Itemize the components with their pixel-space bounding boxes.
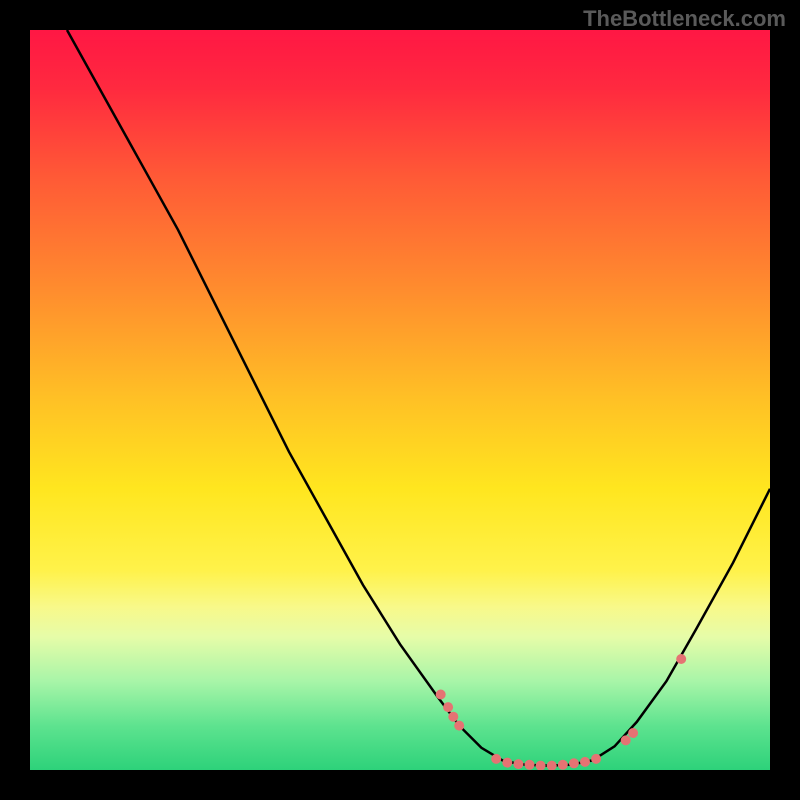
data-point — [628, 728, 638, 738]
data-point — [513, 759, 523, 769]
chart-plot-area — [30, 30, 770, 770]
data-point — [436, 690, 446, 700]
data-point — [525, 760, 535, 770]
data-point — [558, 760, 568, 770]
data-point — [621, 735, 631, 745]
data-point — [580, 757, 590, 767]
data-point — [676, 654, 686, 664]
data-point — [454, 721, 464, 731]
watermark-text: TheBottleneck.com — [583, 6, 786, 32]
data-point — [491, 754, 501, 764]
chart-background — [30, 30, 770, 770]
data-point — [502, 758, 512, 768]
data-point — [569, 758, 579, 768]
data-point — [591, 754, 601, 764]
chart-svg — [30, 30, 770, 770]
data-point — [448, 712, 458, 722]
data-point — [443, 702, 453, 712]
